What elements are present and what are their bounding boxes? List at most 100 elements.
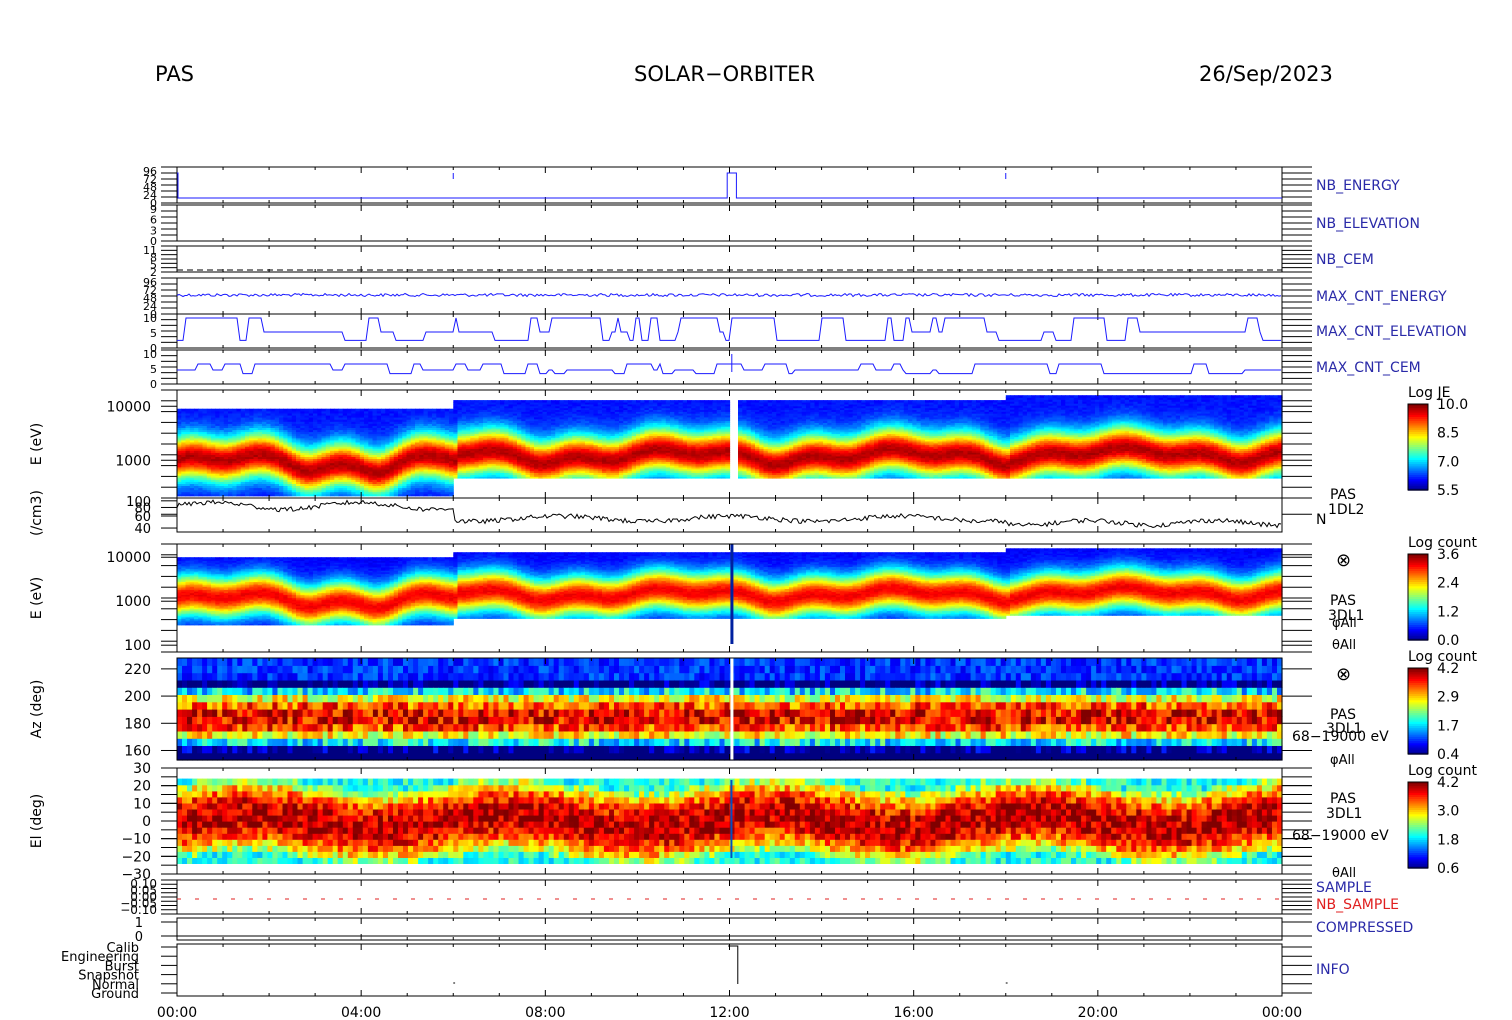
max-cnt-cem-trace [177,362,1281,375]
spectrogram-cell [508,400,514,403]
spectrogram-cell [457,400,463,403]
spectrogram-cell [427,408,433,412]
spectrogram-cell [461,400,467,403]
nb_energy-label: NB_ENERGY [1316,178,1400,194]
spectrogram-cell [483,400,488,403]
spectrogram-cell [432,408,437,412]
spectrogram-cell [359,408,365,412]
spectrogram-cell [534,400,539,403]
spectrogram-cell [202,408,208,412]
max_cnt_cem-label: MAX_CNT_CEM [1316,360,1421,376]
spectrogram-cell [521,400,527,403]
spectrogram-cell [232,408,238,412]
spectrogram-cell [410,408,416,412]
spectrogram-cell [487,400,493,403]
spectrogram-cell [236,408,242,412]
spectrogram-cell [559,400,565,403]
spectrogram-cell [551,400,556,403]
spectrogram-cell [283,408,289,412]
spectrogram-cell [338,408,344,412]
spectrogram-cell [321,408,327,412]
spectrogram-cell [436,408,442,412]
spectrogram-cell [206,408,212,412]
spectrogram-cell [215,408,221,412]
spectrogram-cell [253,408,259,412]
max-cnt-elevation-trace [177,317,1281,341]
spectrogram-cell [529,400,535,403]
spectrogram-cell [240,408,246,412]
max_cnt_elevation-tick-label: 10 [143,312,157,325]
spectrogram-cell [313,408,318,412]
spectrogram-cell [389,408,395,412]
spectrogram-cell [372,408,378,412]
energy-je-spectrogram [177,395,1283,497]
nb_cem-label: NB_CEM [1316,252,1374,268]
spectrogram-cell [245,408,250,412]
spectrogram-cell [398,408,403,412]
spectrogram-cell [266,408,272,412]
spectrogram-cell [279,408,284,412]
max_cnt_cem-tick-label: 0 [150,378,157,391]
spectrogram-cell [177,408,182,412]
spectrogram-cell [576,400,582,403]
spectrogram-cell [262,408,267,412]
spectrogram-cell [415,408,420,412]
spectrogram-cell [393,408,399,412]
spectrogram-cell [525,400,531,403]
spectrogram-cell [300,408,306,412]
spectrogram-cell [317,408,323,412]
spectrogram-cell [249,408,255,412]
solar-orbiter-pas-summary-plot: 967248240NB_ENERGY9630NB_ELEVATION11852N… [29,165,1477,1020]
spectrogram-cell [602,400,607,403]
spectrogram-cell [274,408,280,412]
spectrogram-cell [589,400,595,403]
spectrogram-cell [449,408,454,412]
spectrogram-cell [512,400,518,403]
spectrogram-cell [585,400,590,403]
spectrogram-cell [444,408,450,412]
spectrogram-cell [542,400,548,403]
spectrogram-cell [470,400,476,403]
spectrogram-cell [619,400,624,403]
spectrogram-cell [593,400,599,403]
spectrogram-cell [330,408,335,412]
spectrogram-cell [334,408,340,412]
spectrogram-cell [466,400,471,403]
spectrogram-cell [325,408,331,412]
spectrogram-cell [474,400,480,403]
spectrogram-cell [364,408,369,412]
spectrogram-cell [504,400,510,403]
spectrogram-cell [376,408,382,412]
spectrogram-cell [500,400,505,403]
spectrogram-cell [185,408,191,412]
spectrogram-cell [627,400,633,403]
spectrogram-cell [423,408,429,412]
max_cnt_energy-label: MAX_CNT_ENERGY [1316,289,1447,305]
spectrogram-cell [355,408,361,412]
spectrogram-cell [491,400,497,403]
max_cnt_elevation-tick-label: 5 [150,327,157,340]
spectrogram-cell [385,408,391,412]
spectrogram-cell [568,400,573,403]
spectrogram-cell [257,408,263,412]
nb-energy-trace [177,172,1282,199]
spectrogram-cell [495,400,501,403]
spectrogram-cell [517,400,522,403]
spectrogram-cell [351,408,357,412]
spectrogram-cell [181,408,187,412]
spectrogram-cell [291,408,297,412]
spectrogram-cell [219,408,225,412]
spectrogram-cell [189,408,195,412]
spectrogram-cell [631,400,637,403]
spectrogram-cell [572,400,578,403]
spectrogram-cell [610,400,616,403]
spectrogram-cell [440,408,446,412]
spectrogram-cell [368,408,374,412]
spectrogram-cell [546,400,552,403]
spectrogram-cell [623,400,629,403]
nb_elevation-label: NB_ELEVATION [1316,216,1420,232]
spectrogram-cell [614,400,620,403]
spectrogram-cell [270,408,276,412]
max_cnt_elevation-label: MAX_CNT_ELEVATION [1316,324,1467,340]
spectrogram-cell [406,408,412,412]
